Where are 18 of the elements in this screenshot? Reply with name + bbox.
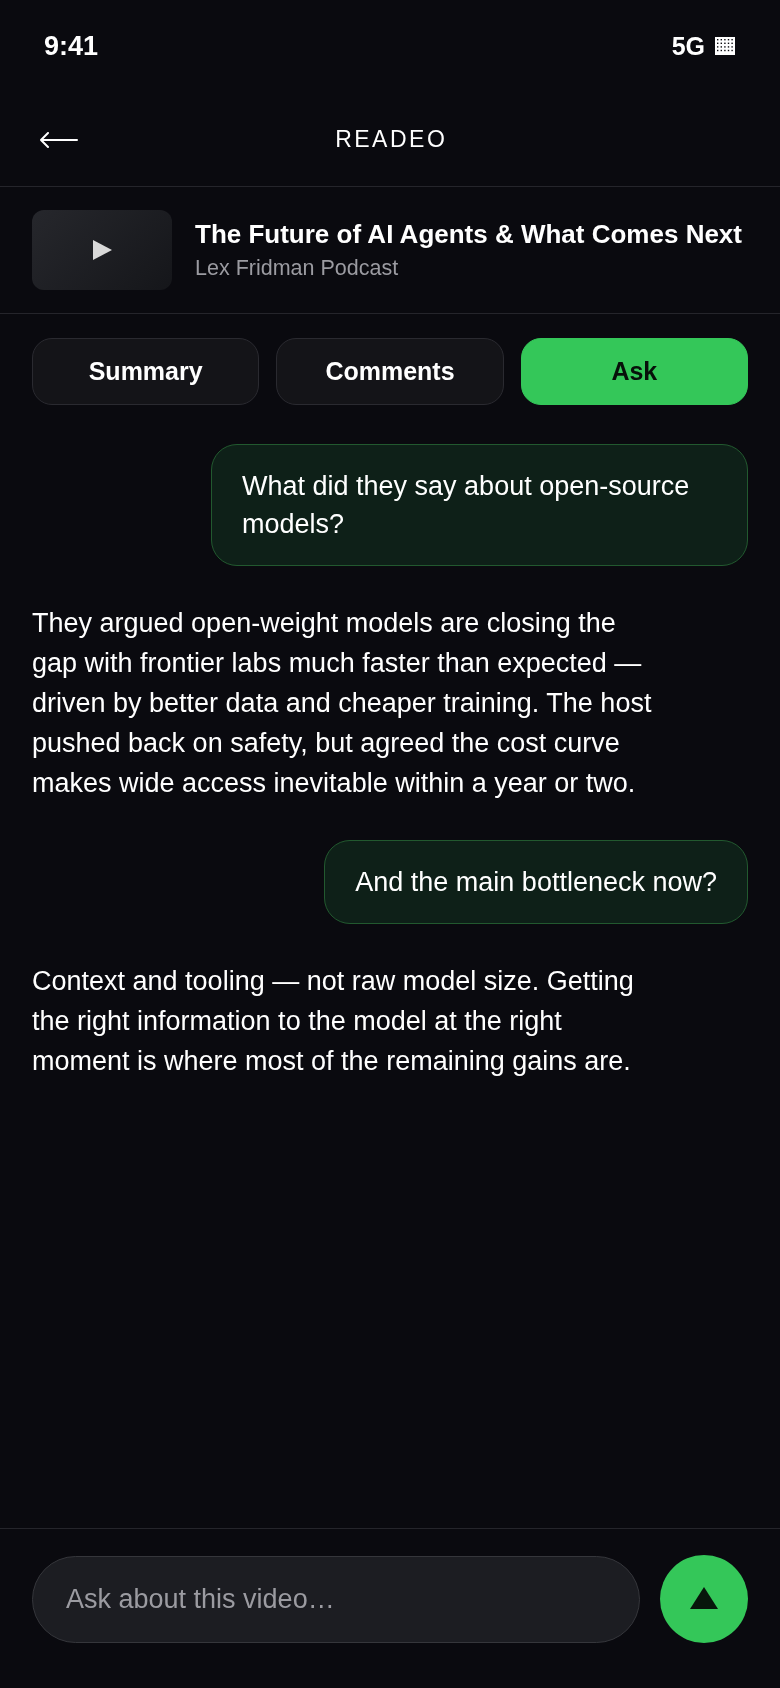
tab[interactable]: Ask [520,338,748,405]
assistant-reply: They argued open-weight models are closing the gap with frontier labs much faster than expected — driven by better data and cheaper training. The host pushed back on safety, but agreed the cost curve makes wide access inevitable within a year or two. [32,607,653,800]
video-title: The Future of AI Agents & What Comes Next [195,218,742,250]
user-message-bubble: And the main bottleneck now? [324,840,748,924]
user-message-bubble: What did they say about open-source models? [211,444,748,566]
play-icon[interactable] [92,240,112,260]
tab[interactable]: Comments [276,338,504,405]
back-arrow-icon[interactable] [40,132,78,148]
video-thumbnail[interactable] [32,210,172,290]
network-label: 5G [671,31,705,61]
tab[interactable]: Summary [32,338,260,405]
app-title: READEO [334,125,448,153]
status-time: 9:41 [44,30,99,62]
channel-name: Lex Fridman Podcast [195,255,400,282]
assistant-reply: Context and tooling — not raw model size. Getting the right information to the model at the right moment is where most of the remaining gains are. [32,965,635,1078]
grid-icon [715,37,735,55]
up-triangle-icon [690,1587,718,1609]
message-input[interactable]: Ask about this video… [32,1555,640,1643]
